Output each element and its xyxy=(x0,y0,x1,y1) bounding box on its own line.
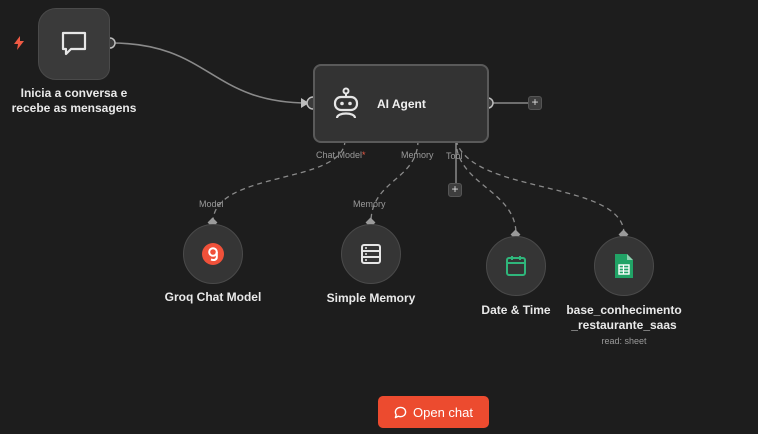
sheet-label: base_conhecimento _restaurante_saas xyxy=(554,303,694,333)
calendar-icon xyxy=(506,256,526,276)
chat-icon xyxy=(394,406,407,418)
port-label-chat-model: Chat Model* xyxy=(316,150,366,160)
add-tool-button[interactable]: + xyxy=(448,183,462,197)
open-chat-label: Open chat xyxy=(413,404,473,420)
trigger-label-line1: Inicia a conversa e xyxy=(20,86,128,100)
edge-tool-sheet xyxy=(455,139,625,235)
date-time-node[interactable] xyxy=(486,236,546,296)
chat-bubble-icon xyxy=(61,31,87,56)
memory-label: Simple Memory xyxy=(326,291,416,305)
port-label-memory: Memory xyxy=(401,150,434,160)
sheet-operation-label: read: sheet xyxy=(601,336,647,346)
google-sheets-icon xyxy=(615,254,633,278)
google-sheets-node[interactable] xyxy=(594,236,654,296)
port-label-tool: Tool xyxy=(446,151,463,161)
groq-port-label: Model xyxy=(199,199,224,209)
groq-icon xyxy=(202,243,224,265)
trigger-label: Inicia a conversa e recebe as mensagens xyxy=(4,86,144,116)
sheet-label-line2: _restaurante_saas xyxy=(571,318,677,332)
simple-memory-node[interactable] xyxy=(341,224,401,284)
sheet-label-line1: base_conhecimento xyxy=(566,303,682,317)
groq-chat-model-node[interactable] xyxy=(183,224,243,284)
lightning-icon xyxy=(14,36,24,50)
agent-add-output-button[interactable]: + xyxy=(528,96,542,110)
edge-tool-datetime xyxy=(455,139,517,235)
chat-trigger-node[interactable] xyxy=(38,8,110,80)
trigger-label-line2: recebe as mensagens xyxy=(11,101,137,115)
database-icon xyxy=(361,244,381,264)
required-mark: * xyxy=(362,150,366,160)
memory-port-label: Memory xyxy=(353,199,386,209)
workflow-canvas[interactable]: Inicia a conversa e recebe as mensagens … xyxy=(0,0,758,434)
port-label-chat-model-text: Chat Model xyxy=(316,150,363,160)
ai-agent-node[interactable]: AI Agent xyxy=(313,64,489,143)
groq-label: Groq Chat Model xyxy=(164,290,262,304)
agent-title: AI Agent xyxy=(377,96,426,111)
robot-icon xyxy=(333,87,359,118)
open-chat-button[interactable]: Open chat xyxy=(378,396,489,428)
